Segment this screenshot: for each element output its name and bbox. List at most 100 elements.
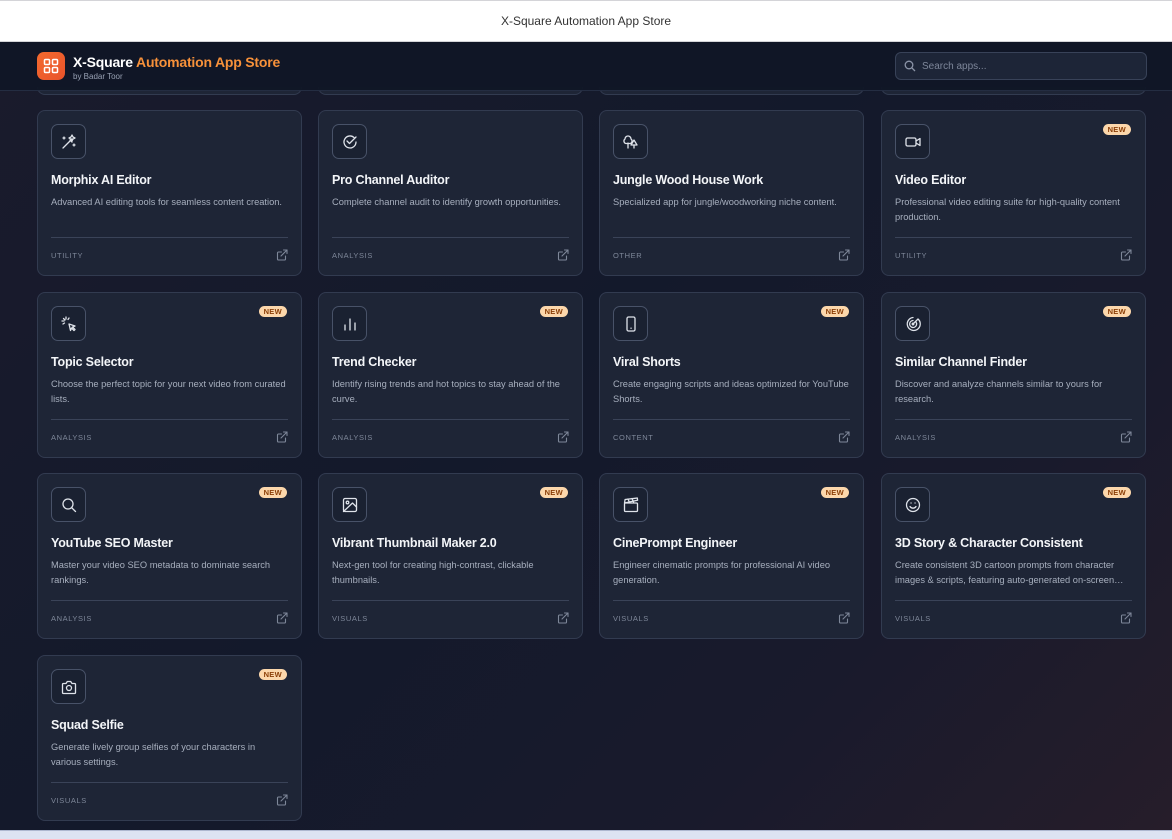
app-title[interactable]: 3D Story & Character Consistent <box>895 536 1083 550</box>
app-description: Complete channel audit to identify growt… <box>332 197 561 207</box>
card-divider <box>895 237 1132 238</box>
window-title: X-Square Automation App Store <box>500 14 672 28</box>
app-icon-box <box>895 306 930 341</box>
card-divider <box>51 419 288 420</box>
window-bottom-edge <box>0 830 1172 839</box>
card-divider <box>613 419 850 420</box>
external-link-icon[interactable] <box>838 612 850 624</box>
app-icon-box <box>332 487 367 522</box>
app-icon-box <box>613 306 648 341</box>
app-description: Generate lively group selfies of your ch… <box>51 742 256 767</box>
app-category: OTHER <box>613 251 643 260</box>
app-title[interactable]: Morphix AI Editor <box>51 173 152 187</box>
app-category: ANALYSIS <box>332 433 373 442</box>
app-card[interactable]: NEW Topic Selector Choose the perfect topi… <box>37 292 302 458</box>
window-title-bar: X-Square Automation App Store <box>0 0 1172 42</box>
search-box[interactable] <box>895 52 1147 80</box>
app-card[interactable]: NEW Video Editor Professional video editin… <box>881 110 1146 276</box>
external-link-icon[interactable] <box>276 794 288 806</box>
new-badge: NEW <box>258 669 287 680</box>
clapperboard-icon <box>623 496 638 512</box>
app-description: Engineer cinematic prompts for professio… <box>613 560 831 585</box>
app-description: Choose the perfect topic for your next v… <box>51 379 286 404</box>
new-badge: NEW <box>1102 306 1131 317</box>
card-divider <box>332 600 569 601</box>
brand-subtitle: by Badar Toor <box>73 72 123 81</box>
search-icon <box>904 60 916 72</box>
app-description: Professional video editing suite for hig… <box>895 197 1120 222</box>
app-card[interactable]: NEW YouTube SEO Master Master your video S… <box>37 473 302 639</box>
app-title[interactable]: Video Editor <box>895 173 966 187</box>
image-icon <box>342 497 357 512</box>
grid-logo-icon[interactable] <box>37 52 65 80</box>
app-title[interactable]: Topic Selector <box>51 355 134 369</box>
app-title[interactable]: Jungle Wood House Work <box>613 173 763 187</box>
app-category: VISUALS <box>895 614 931 623</box>
external-link-icon[interactable] <box>1120 612 1132 624</box>
app-title[interactable]: Viral Shorts <box>613 355 681 369</box>
external-link-icon[interactable] <box>276 249 288 261</box>
card-divider <box>332 237 569 238</box>
smartphone-icon <box>625 315 636 332</box>
new-badge: NEW <box>820 306 849 317</box>
app-category: ANALYSIS <box>51 433 92 442</box>
app-icon-box <box>51 124 86 159</box>
app-title[interactable]: CinePrompt Engineer <box>613 536 737 550</box>
external-link-icon[interactable] <box>557 612 569 624</box>
new-badge: NEW <box>539 487 568 498</box>
new-badge: NEW <box>539 306 568 317</box>
pointer-click-icon <box>60 315 76 331</box>
app-description: Specialized app for jungle/woodworking n… <box>613 197 837 207</box>
card-divider <box>332 419 569 420</box>
external-link-icon[interactable] <box>276 431 288 443</box>
external-link-icon[interactable] <box>1120 431 1132 443</box>
app-icon-box <box>613 487 648 522</box>
app-title[interactable]: Pro Channel Auditor <box>332 173 449 187</box>
brand-main: X-Square <box>73 54 133 70</box>
app-card[interactable]: Pro Channel Auditor Complete channel audi… <box>318 110 583 276</box>
brand: X-Square Automation App Store by Badar T… <box>73 54 280 81</box>
external-link-icon[interactable] <box>838 249 850 261</box>
brand-accent: Automation App Store <box>136 54 281 70</box>
app-card[interactable]: Morphix AI Editor Advanced AI editing too… <box>37 110 302 276</box>
app-card[interactable]: NEW 3D Story & Character Consistent Create… <box>881 473 1146 639</box>
app-card[interactable]: NEW Vibrant Thumbnail Maker 2.0 Next-gen t… <box>318 473 583 639</box>
card-divider <box>51 600 288 601</box>
app-title[interactable]: Vibrant Thumbnail Maker 2.0 <box>332 536 497 550</box>
app-description: Next-gen tool for creating high-contrast… <box>332 560 534 585</box>
search-input[interactable] <box>922 60 1132 72</box>
app-description: Identify rising trends and hot topics to… <box>332 379 560 404</box>
camera-icon <box>61 680 76 694</box>
app-card[interactable]: Jungle Wood House Work Specialized app fo… <box>599 110 864 276</box>
card-divider <box>51 237 288 238</box>
external-link-icon[interactable] <box>838 431 850 443</box>
app-card[interactable]: NEW Similar Channel Finder Discover and an… <box>881 292 1146 458</box>
external-link-icon[interactable] <box>276 612 288 624</box>
app-root: X-Square Automation App Store by Badar T… <box>0 42 1172 830</box>
radar-icon <box>906 316 921 331</box>
app-title[interactable]: Trend Checker <box>332 355 416 369</box>
new-badge: NEW <box>820 487 849 498</box>
app-icon-box <box>613 124 648 159</box>
app-category: VISUALS <box>332 614 368 623</box>
top-header: X-Square Automation App Store by Badar T… <box>0 42 1172 91</box>
search-icon <box>61 497 76 512</box>
app-category: UTILITY <box>51 251 84 260</box>
external-link-icon[interactable] <box>557 431 569 443</box>
app-card[interactable]: NEW Squad Selfie Generate lively group sel… <box>37 655 302 821</box>
external-link-icon[interactable] <box>1120 249 1132 261</box>
app-title[interactable]: YouTube SEO Master <box>51 536 173 550</box>
app-category: CONTENT <box>613 433 654 442</box>
external-link-icon[interactable] <box>557 249 569 261</box>
new-badge: NEW <box>1102 487 1131 498</box>
app-card[interactable]: NEW Trend Checker Identify rising trends a… <box>318 292 583 458</box>
app-title[interactable]: Similar Channel Finder <box>895 355 1027 369</box>
new-badge: NEW <box>1102 124 1131 135</box>
app-description: Master your video SEO metadata to domina… <box>51 560 271 585</box>
app-category: VISUALS <box>613 614 649 623</box>
app-title[interactable]: Squad Selfie <box>51 718 124 732</box>
app-card[interactable]: NEW CinePrompt Engineer Engineer cinematic… <box>599 473 864 639</box>
app-card[interactable]: NEW Viral Shorts Create engaging scripts a… <box>599 292 864 458</box>
app-category: VISUALS <box>51 796 87 805</box>
bar-chart-icon <box>343 317 356 331</box>
